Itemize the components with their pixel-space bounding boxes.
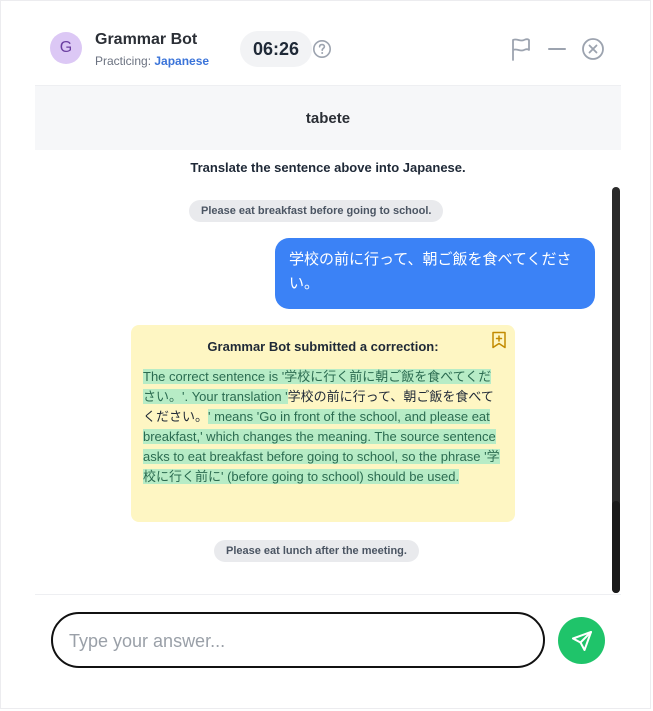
- bookmark-plus-icon[interactable]: [491, 331, 507, 349]
- chat-window: G Grammar Bot Practicing: Japanese 06:26…: [0, 0, 651, 709]
- user-message-bubble: 学校の前に行って、朝ご飯を食べてください。: [275, 238, 595, 309]
- send-button[interactable]: [558, 617, 605, 664]
- source-sentence-pill: Please eat lunch after the meeting.: [214, 540, 419, 562]
- close-circle-icon[interactable]: [581, 37, 605, 61]
- chat-messages[interactable]: Translate the sentence above into Japane…: [35, 150, 621, 593]
- answer-input[interactable]: [67, 624, 531, 658]
- practicing-language: Japanese: [154, 54, 210, 68]
- prompt-word: tabete: [35, 86, 621, 150]
- paper-plane-icon: [571, 630, 592, 651]
- practicing-line: Practicing: Japanese: [95, 54, 209, 68]
- timer: 06:26: [240, 31, 312, 67]
- task-instruction: Translate the sentence above into Japane…: [190, 160, 466, 175]
- minus-icon[interactable]: [547, 37, 567, 61]
- flag-icon[interactable]: [510, 37, 532, 61]
- bot-name: Grammar Bot: [95, 31, 198, 48]
- correction-title: Grammar Bot submitted a correction:: [207, 339, 439, 354]
- bot-avatar: G: [50, 32, 82, 64]
- footer-divider: [35, 594, 621, 595]
- practicing-label: Practicing:: [95, 54, 152, 68]
- header: G Grammar Bot Practicing: Japanese 06:26: [1, 1, 650, 85]
- scrollbar-thumb[interactable]: [612, 501, 620, 593]
- correction-text: The correct sentence is '学校に行く前に朝ご飯を食べてく…: [143, 367, 503, 487]
- correction-card: Grammar Bot submitted a correction: The …: [131, 325, 515, 522]
- source-sentence-pill: Please eat breakfast before going to sch…: [189, 200, 444, 222]
- answer-input-container[interactable]: [51, 612, 545, 668]
- question-circle-icon[interactable]: [312, 39, 332, 59]
